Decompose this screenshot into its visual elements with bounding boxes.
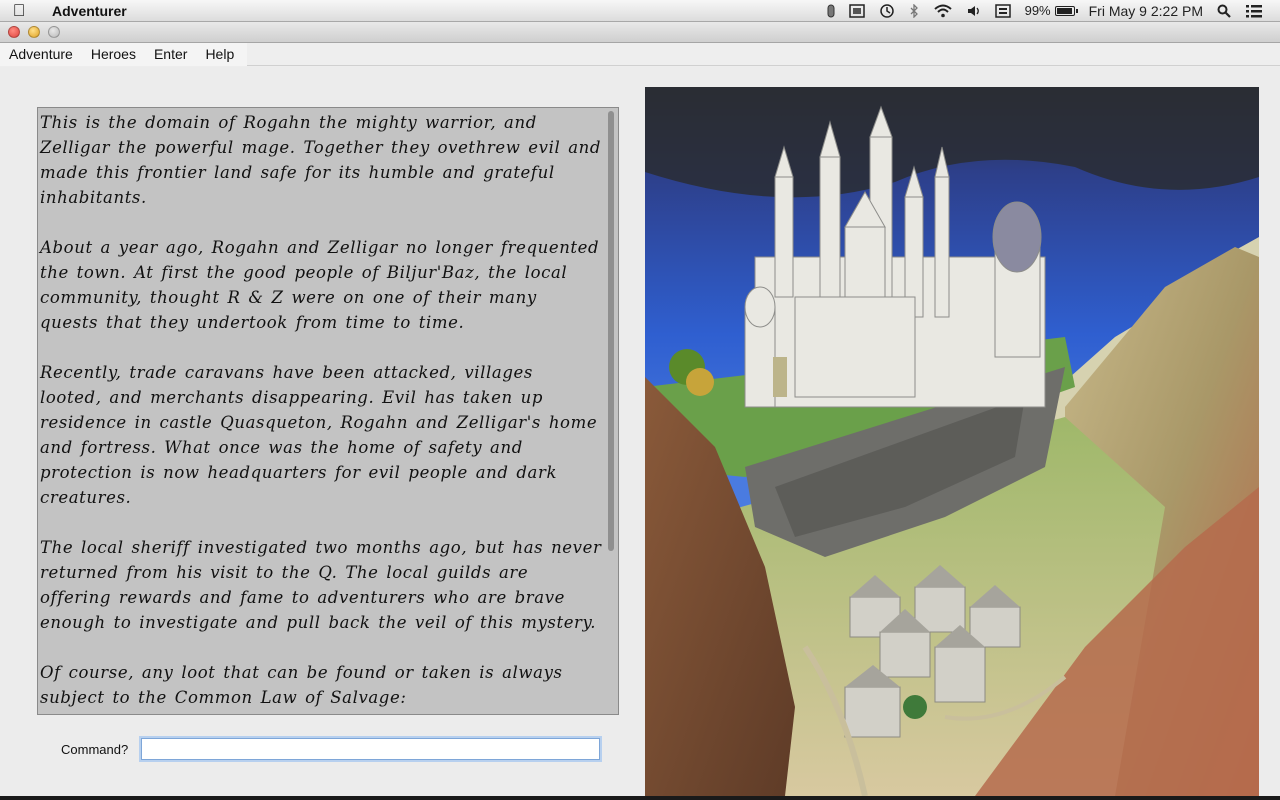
story-paragraph: This is the domain of Rogahn the mighty … [40,113,602,207]
story-paragraph: About a year ago, Rogahn and Zelligar no… [40,238,600,332]
app-window: Adventure Heroes Enter Help This is the … [0,22,1280,796]
battery-icon [1054,5,1078,16]
menu-help[interactable]: Help [196,43,243,66]
status-tray: 99% Fri May 9 2:22 PM [820,0,1280,22]
usb-drive-icon[interactable] [827,4,835,18]
command-input[interactable] [141,738,600,760]
menu-heroes[interactable]: Heroes [82,43,145,66]
story-paragraph: Of course, any loot that can be found or… [40,663,563,707]
app-menu-bar: Adventure Heroes Enter Help [0,42,1280,66]
window-title-bar[interactable] [0,22,1280,43]
volume-icon[interactable] [967,4,981,18]
command-label: Command? [61,742,129,757]
vertical-scrollbar[interactable] [607,111,615,711]
menu-enter[interactable]: Enter [145,43,196,66]
zoom-window-button[interactable] [48,26,60,38]
battery-percent: 99% [1024,3,1051,18]
spotlight-search-icon[interactable] [1217,4,1231,18]
bluetooth-icon[interactable] [909,3,919,18]
status-app-icon[interactable] [848,3,865,18]
minimize-window-button[interactable] [28,26,40,38]
castle-illustration [645,87,1259,796]
time-machine-icon[interactable] [879,3,895,19]
castle-landscape-image [645,87,1259,796]
close-window-button[interactable] [8,26,20,38]
notification-center-icon[interactable] [1245,4,1263,18]
story-text: This is the domain of Rogahn the mighty … [40,110,602,714]
story-paragraph: The local sheriff investigated two month… [40,538,602,632]
main-content: This is the domain of Rogahn the mighty … [0,67,1280,796]
apple-menu-icon[interactable]:  [0,1,38,21]
story-paragraph: Recently, trade caravans have been attac… [40,363,598,507]
window-bottom-edge [0,796,1280,800]
menu-adventure[interactable]: Adventure [0,43,82,66]
scrollbar-thumb[interactable] [608,111,614,551]
wifi-icon[interactable] [933,4,953,18]
system-menu-bar:  Adventurer 99% Fri May 9 2:22 PM [0,0,1280,22]
story-text-area[interactable]: This is the domain of Rogahn the mighty … [37,107,619,715]
battery-status[interactable]: 99% [1024,3,1078,18]
menubar-clock[interactable]: Fri May 9 2:22 PM [1089,3,1203,19]
app-name-menu[interactable]: Adventurer [52,3,127,19]
input-menu-icon[interactable] [994,3,1011,18]
